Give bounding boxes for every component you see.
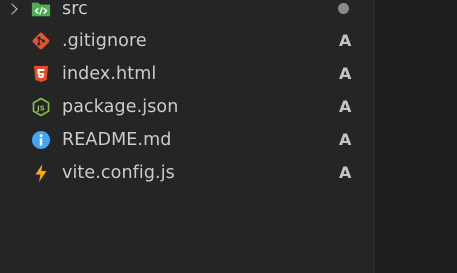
- info-icon: [31, 130, 51, 150]
- explorer-item-label: package.json: [62, 96, 179, 117]
- explorer-item-vite-config[interactable]: vite.config.js A: [0, 156, 374, 189]
- git-status-added: A: [339, 97, 352, 116]
- explorer-panel: src .gitignore A index.html A JS package…: [0, 0, 374, 273]
- folder-src-icon: [31, 0, 51, 19]
- git-status-added: A: [339, 31, 352, 50]
- html5-icon: [31, 64, 51, 84]
- chevron-right-icon[interactable]: [6, 2, 18, 15]
- explorer-item-label: vite.config.js: [62, 162, 175, 183]
- modified-dot-indicator: [338, 3, 349, 14]
- git-status-added: A: [339, 163, 352, 182]
- nodejs-icon: JS: [31, 97, 51, 117]
- explorer-item-label: src: [62, 0, 88, 19]
- svg-text:JS: JS: [36, 104, 45, 112]
- explorer-item-gitignore[interactable]: .gitignore A: [0, 24, 374, 57]
- explorer-item-label: index.html: [62, 63, 157, 84]
- explorer-item-label: .gitignore: [62, 30, 147, 51]
- git-status-added: A: [339, 64, 352, 83]
- explorer-item-index-html[interactable]: index.html A: [0, 57, 374, 90]
- git-status-added: A: [339, 130, 352, 149]
- vite-bolt-icon: [31, 163, 51, 183]
- explorer-item-readme[interactable]: README.md A: [0, 123, 374, 156]
- git-icon: [31, 31, 51, 51]
- explorer-item-package-json[interactable]: JS package.json A: [0, 90, 374, 123]
- explorer-item-label: README.md: [62, 129, 172, 150]
- explorer-item-src[interactable]: src: [0, 0, 374, 25]
- editor-area: [375, 0, 457, 273]
